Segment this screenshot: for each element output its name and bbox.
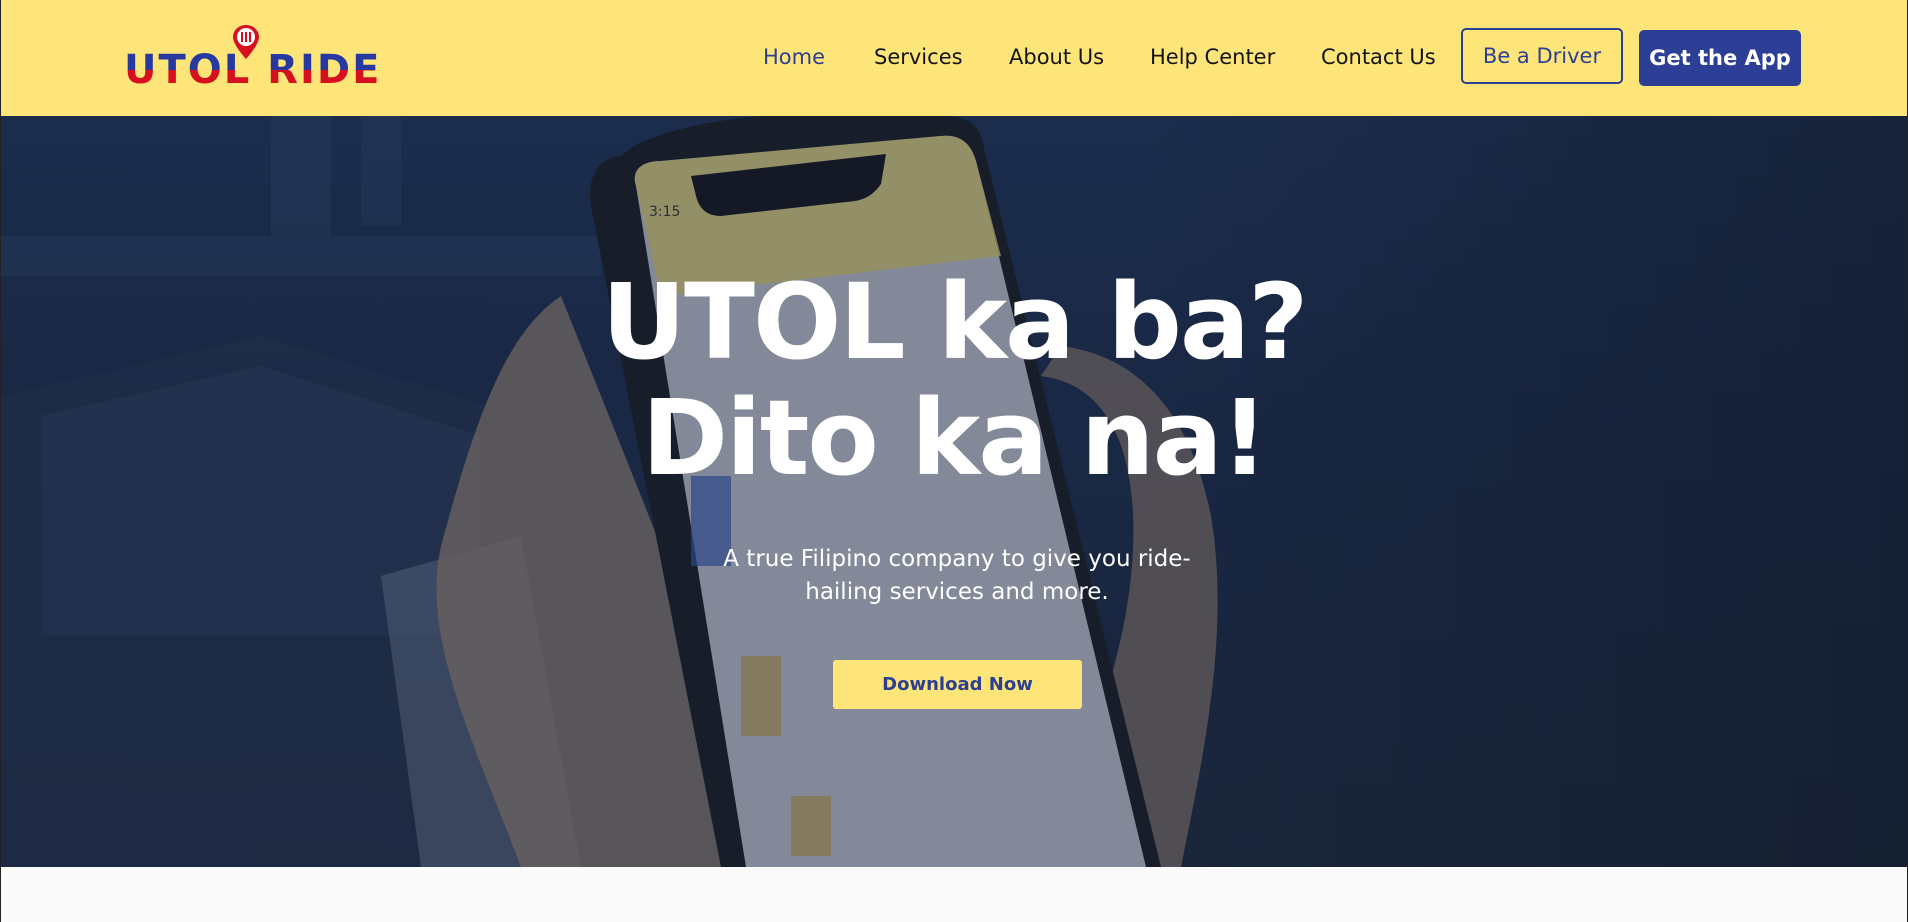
- nav-about-us[interactable]: About Us: [1009, 43, 1104, 71]
- hero-section: 3:15 UTOL ka ba? Dito ka na! A true Fili…: [1, 116, 1907, 867]
- hero-subtitle: A true Filipino company to give you ride…: [723, 546, 1191, 605]
- nav-contact-us[interactable]: Contact Us: [1321, 43, 1436, 71]
- nav-home[interactable]: Home: [763, 43, 825, 71]
- main-nav: Home Services About Us Help Center Conta…: [1, 0, 1907, 116]
- site-header: UTOL RIDE Home Services About Us Help Ce…: [1, 0, 1907, 116]
- nav-services[interactable]: Services: [874, 43, 963, 71]
- page: UTOL RIDE Home Services About Us Help Ce…: [1, 0, 1907, 922]
- hero-title-line1: UTOL ka ba?: [601, 261, 1309, 383]
- nav-help-center[interactable]: Help Center: [1150, 43, 1275, 71]
- next-section-edge: [1, 867, 1907, 922]
- download-now-button[interactable]: Download Now: [833, 660, 1082, 709]
- be-a-driver-button[interactable]: Be a Driver: [1461, 28, 1623, 84]
- get-the-app-button[interactable]: Get the App: [1639, 30, 1801, 86]
- hero-title-line2: Dito ka na!: [641, 377, 1269, 499]
